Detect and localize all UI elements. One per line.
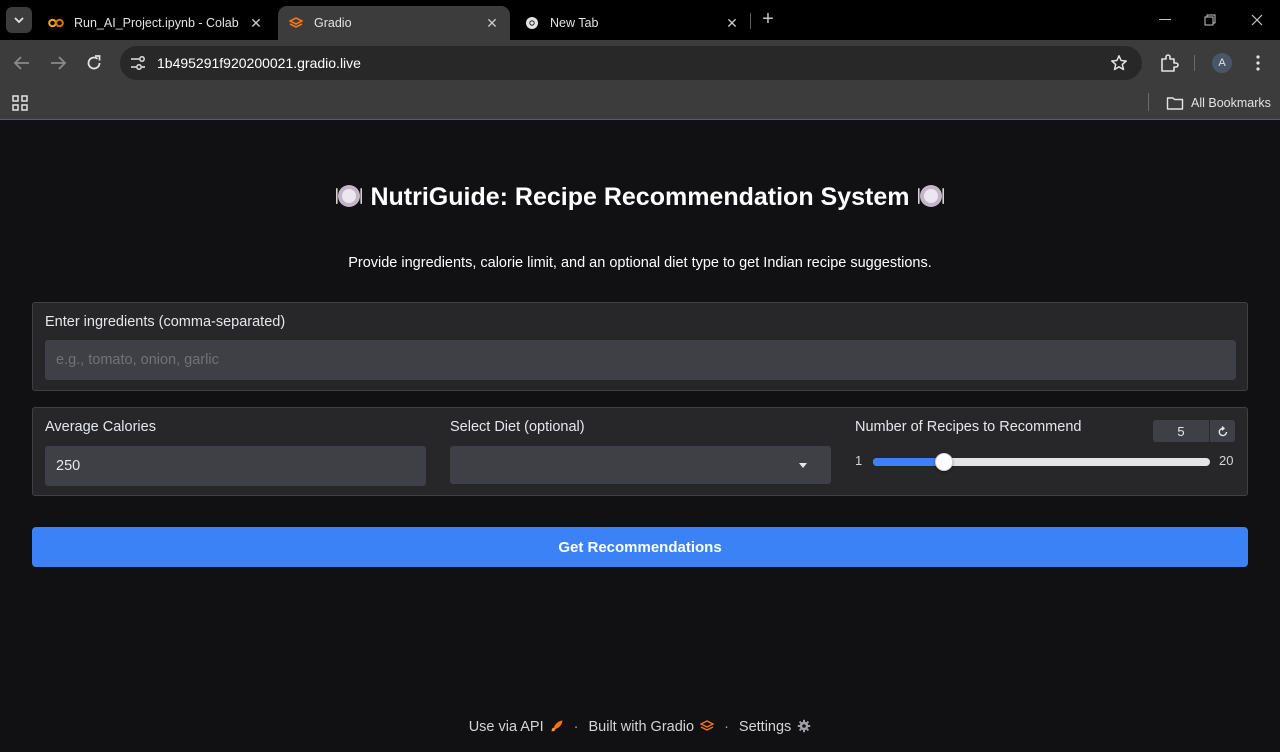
minimize-icon[interactable] [1153,8,1177,32]
site-info-icon[interactable] [128,53,148,73]
use-via-api-label: Use via API [468,719,544,735]
page-description: Provide ingredients, calorie limit, and … [348,255,932,271]
settings-link[interactable]: Settings [739,719,811,735]
tab-gradio[interactable]: Gradio ✕ [278,6,510,40]
caret-down-icon [799,463,807,468]
rocket-icon [551,720,563,732]
chrome-icon [524,15,540,31]
ingredients-panel: Enter ingredients (comma-separated) [32,302,1248,391]
colab-icon [48,15,64,31]
gear-icon [798,719,811,733]
folder-icon [1166,97,1184,110]
all-bookmarks-button[interactable]: All Bookmarks [1166,93,1271,113]
calories-input[interactable] [45,446,426,486]
calories-label: Average Calories [45,419,156,435]
plate-icon [336,185,363,207]
profile-avatar[interactable]: A [1212,53,1232,73]
close-icon[interactable]: ✕ [724,15,740,31]
tab-strip: Run_AI_Project.ipynb - Colab ✕ Gradio ✕ … [0,0,1280,40]
recipes-slider[interactable] [873,453,1210,471]
use-via-api-link[interactable]: Use via API [469,719,564,735]
back-arrow-icon[interactable] [11,52,33,74]
gradio-logo-icon [700,720,715,731]
footer-separator: · [573,719,579,735]
close-icon[interactable]: ✕ [484,15,500,31]
settings-label: Settings [738,719,792,735]
address-bar[interactable]: 1b495291f920200021.gradio.live [120,46,1142,80]
apps-grid-icon[interactable] [11,94,29,112]
tab-title: New Tab [550,16,599,30]
options-panel: Average Calories Select Diet (optional) … [32,407,1248,496]
extensions-icon[interactable] [1159,53,1179,73]
url-text: 1b495291f920200021.gradio.live [157,55,361,71]
forward-arrow-icon[interactable] [47,52,69,74]
ingredients-label: Enter ingredients (comma-separated) [45,314,286,330]
gradio-app: NutriGuide: Recipe Recommendation System… [0,121,1280,752]
reload-icon[interactable] [83,52,105,74]
toolbar-divider [1194,55,1195,71]
page-title-text: NutriGuide: Recipe Recommendation System [370,183,910,211]
slider-thumb[interactable] [935,453,953,471]
recipes-count-label: Number of Recipes to Recommend [855,419,1082,435]
bookmarks-bar: All Bookmarks [0,86,1280,120]
tab-title: Run_AI_Project.ipynb - Colab [74,16,239,30]
slider-fill [873,458,944,466]
slider-min-label: 1 [855,453,863,468]
bookmark-star-icon[interactable] [1110,54,1128,72]
tab-colab[interactable]: Run_AI_Project.ipynb - Colab ✕ [38,6,274,40]
footer: Use via API · Built with Gradio · Settin… [0,715,1280,739]
chevron-down-icon [14,17,24,24]
reset-icon[interactable] [1209,420,1235,442]
gradio-icon [288,15,304,31]
diet-dropdown[interactable] [450,446,831,484]
built-with-gradio-label: Built with Gradio [588,719,695,735]
footer-separator: · [724,719,729,735]
tab-divider [750,13,751,29]
tab-search-button[interactable] [6,7,32,33]
browser-toolbar: 1b495291f920200021.gradio.live A [0,40,1280,86]
get-recommendations-button[interactable]: Get Recommendations [32,527,1248,567]
tab-new-tab[interactable]: New Tab ✕ [514,6,750,40]
recipes-count-number[interactable]: 5 [1153,420,1209,442]
ingredients-input[interactable] [45,340,1236,380]
close-icon[interactable]: ✕ [248,15,264,31]
bookmarks-divider [1148,93,1149,111]
plate-icon [917,185,944,207]
more-menu-icon[interactable] [1248,53,1268,73]
tab-title: Gradio [314,16,352,30]
new-tab-button[interactable]: + [758,9,778,30]
slider-max-label: 20 [1219,453,1234,468]
all-bookmarks-label: All Bookmarks [1191,96,1271,110]
page-title: NutriGuide: Recipe Recommendation System [0,183,1280,212]
close-window-icon[interactable] [1245,8,1269,32]
restore-icon[interactable] [1198,8,1222,32]
diet-label: Select Diet (optional) [450,419,585,435]
built-with-gradio-link[interactable]: Built with Gradio [588,719,715,735]
